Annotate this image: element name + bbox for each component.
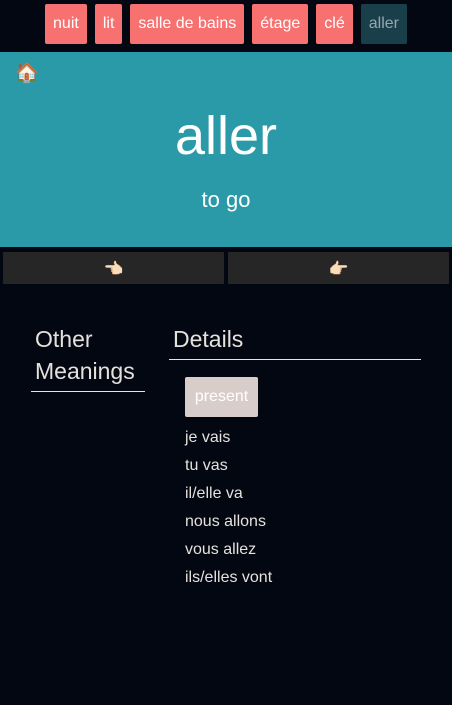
pointing-right-icon: 👉🏻 xyxy=(328,258,349,278)
conjugation-item: nous allons xyxy=(185,513,266,530)
details-title: Details xyxy=(169,323,421,360)
word-tabs: nuit lit salle de bains étage clé aller xyxy=(0,0,452,52)
word-tab-cle[interactable]: clé xyxy=(316,4,353,44)
home-icon[interactable]: 🏠 xyxy=(15,62,39,84)
conjugation-item: tu vas xyxy=(185,457,228,474)
conjugation-item: ils/elles vont xyxy=(185,569,273,586)
word-translation: to go xyxy=(201,187,251,212)
conjugation-item: il/elle va xyxy=(185,485,243,502)
word-card: 🏠 aller to go xyxy=(0,52,452,247)
conjugation-item: vous allez xyxy=(185,541,257,558)
word-tab-lit[interactable]: lit xyxy=(94,4,123,44)
word-tab-nuit[interactable]: nuit xyxy=(45,4,87,44)
other-meanings-title: Other Meanings xyxy=(31,323,145,392)
tense-present-button[interactable]: present xyxy=(185,377,258,417)
word-tab-salle-de-bains[interactable]: salle de bains xyxy=(130,4,245,44)
word-tab-aller[interactable]: aller xyxy=(360,4,407,44)
pointing-left-icon: 👈🏻 xyxy=(103,258,124,278)
conjugation-item: je vais xyxy=(185,429,231,446)
previous-button[interactable]: 👈🏻 xyxy=(3,252,224,284)
word-title: aller xyxy=(174,106,278,166)
word-tab-etage[interactable]: étage xyxy=(252,4,309,44)
conjugation-list: je vais tu vas il/elle va nous allons vo… xyxy=(185,424,272,592)
next-button[interactable]: 👉🏻 xyxy=(228,252,449,284)
